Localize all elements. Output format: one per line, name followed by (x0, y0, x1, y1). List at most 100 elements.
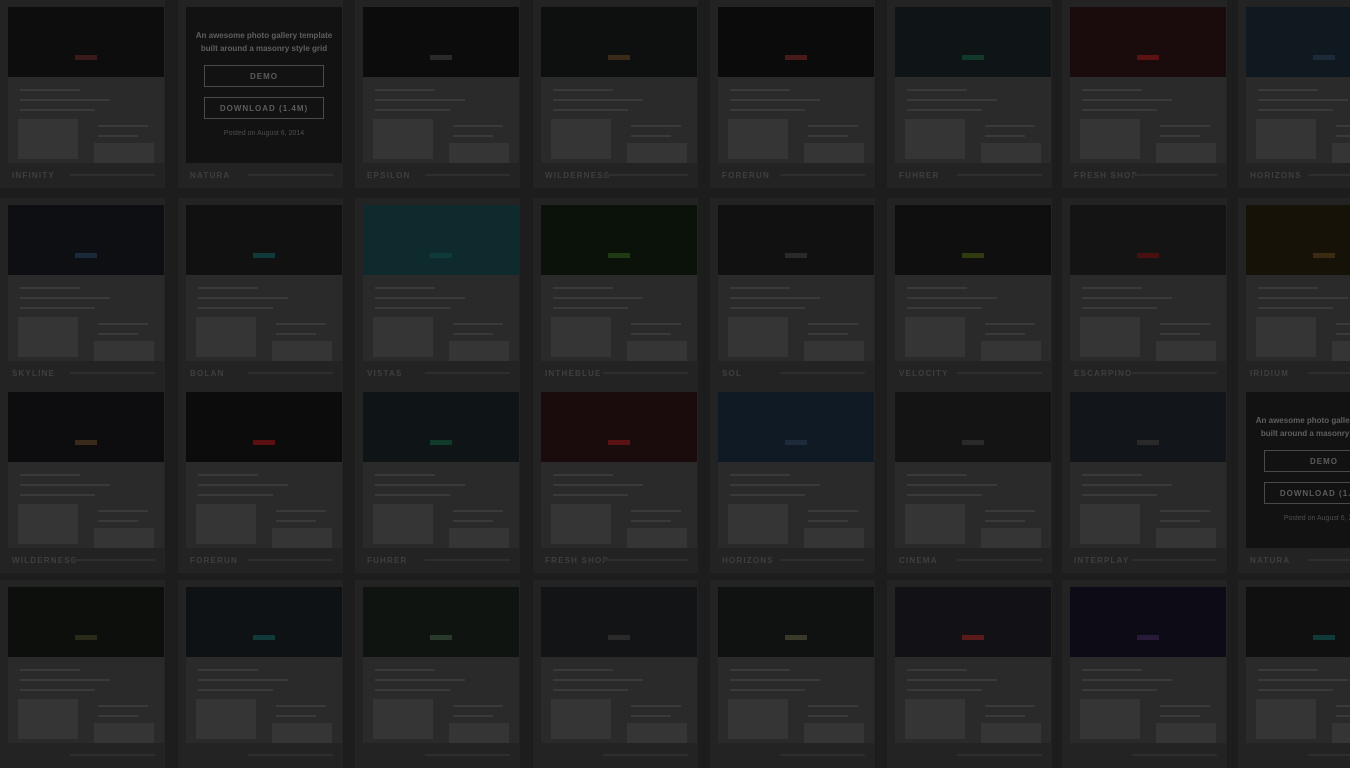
template-name[interactable]: Escarpino (1074, 369, 1132, 378)
template-thumbnail[interactable] (186, 205, 342, 361)
template-card[interactable] (178, 580, 343, 768)
template-card[interactable] (1238, 580, 1350, 768)
template-card[interactable]: Fuhrer (887, 0, 1052, 188)
template-card[interactable] (710, 580, 875, 768)
demo-button[interactable]: DEMO (1264, 450, 1350, 472)
template-thumbnail[interactable] (895, 392, 1051, 548)
template-card[interactable]: Vistas (355, 198, 520, 386)
template-thumbnail[interactable]: An awesome photo gallery template built … (186, 7, 342, 163)
template-thumbnail[interactable] (1246, 7, 1350, 163)
template-name[interactable]: Fuhrer (899, 171, 940, 180)
template-card[interactable]: Sol (710, 198, 875, 386)
download-button[interactable]: DOWNLOAD (1.4M) (204, 97, 324, 119)
template-meta-line (780, 174, 865, 176)
template-thumbnail[interactable] (1070, 205, 1226, 361)
template-name[interactable]: Horizons (1250, 171, 1302, 180)
template-thumbnail[interactable]: An awesome photo gallery template built … (1246, 392, 1350, 548)
template-name[interactable]: Wilderness (545, 171, 610, 180)
template-name[interactable]: Bolan (190, 369, 224, 378)
template-name[interactable]: Interplay (1074, 556, 1129, 565)
template-thumbnail[interactable] (363, 587, 519, 743)
template-card[interactable]: Cinema (887, 385, 1052, 573)
template-card[interactable]: Fresh Shop (533, 385, 698, 573)
template-thumbnail[interactable] (1070, 587, 1226, 743)
template-thumbnail[interactable] (718, 392, 874, 548)
template-thumbnail[interactable] (1246, 587, 1350, 743)
template-name[interactable]: Intheblue (545, 369, 602, 378)
template-thumbnail[interactable] (718, 587, 874, 743)
template-card[interactable]: Intheblue (533, 198, 698, 386)
template-thumbnail[interactable] (541, 205, 697, 361)
template-card[interactable]: Horizons (1238, 0, 1350, 188)
template-name[interactable]: Fuhrer (367, 556, 408, 565)
template-thumbnail[interactable] (1246, 205, 1350, 361)
template-meta-line (1132, 559, 1217, 561)
template-thumbnail[interactable] (363, 7, 519, 163)
template-name[interactable]: Natura (1250, 556, 1290, 565)
template-thumbnail[interactable] (8, 205, 164, 361)
template-card[interactable]: Velocity (887, 198, 1052, 386)
template-name[interactable]: Horizons (722, 556, 774, 565)
template-thumbnail[interactable] (718, 205, 874, 361)
template-card[interactable]: Horizons (710, 385, 875, 573)
text-line (1336, 323, 1350, 325)
template-name[interactable]: Fresh Shop (1074, 171, 1138, 180)
template-card[interactable] (887, 580, 1052, 768)
demo-button[interactable]: DEMO (204, 65, 324, 87)
template-thumbnail[interactable] (363, 392, 519, 548)
template-card[interactable]: Fresh Shop (1062, 0, 1227, 188)
template-card[interactable]: Escarpino (1062, 198, 1227, 386)
template-name[interactable]: Natura (190, 171, 230, 180)
template-card[interactable]: Bolan (178, 198, 343, 386)
download-button[interactable]: DOWNLOAD (1.4M) (1264, 482, 1350, 504)
template-card[interactable]: Fuhrer (355, 385, 520, 573)
template-card[interactable]: Forerun (710, 0, 875, 188)
template-thumbnail[interactable] (186, 392, 342, 548)
template-thumbnail[interactable] (718, 7, 874, 163)
template-card[interactable] (1062, 580, 1227, 768)
text-line (808, 715, 848, 717)
template-thumbnail[interactable] (8, 392, 164, 548)
template-card[interactable]: Epsilon (355, 0, 520, 188)
template-card[interactable]: Iridium (1238, 198, 1350, 386)
template-thumbnail[interactable] (1070, 392, 1226, 548)
template-card[interactable]: An awesome photo gallery template built … (178, 0, 343, 188)
template-card[interactable]: Skyline (0, 198, 165, 386)
template-thumbnail[interactable] (541, 392, 697, 548)
template-name[interactable]: Infinity (12, 171, 55, 180)
template-card[interactable]: Wilderness (533, 0, 698, 188)
template-thumbnail[interactable] (1070, 7, 1226, 163)
template-name[interactable]: Forerun (722, 171, 770, 180)
template-thumbnail[interactable] (895, 205, 1051, 361)
template-name[interactable]: Forerun (190, 556, 238, 565)
template-thumbnail[interactable] (363, 205, 519, 361)
template-card[interactable]: Wilderness (0, 385, 165, 573)
template-thumbnail[interactable] (541, 587, 697, 743)
template-thumbnail[interactable] (8, 7, 164, 163)
template-name[interactable]: Wilderness (12, 556, 77, 565)
template-card[interactable] (0, 580, 165, 768)
template-thumbnail[interactable] (541, 7, 697, 163)
text-line (907, 669, 967, 671)
text-line (730, 89, 790, 91)
template-card[interactable] (355, 580, 520, 768)
template-thumbnail[interactable] (8, 587, 164, 743)
template-card[interactable]: An awesome photo gallery template built … (1238, 385, 1350, 573)
template-card[interactable] (533, 580, 698, 768)
template-name[interactable]: Fresh Shop (545, 556, 609, 565)
template-name[interactable]: Cinema (899, 556, 938, 565)
template-name[interactable]: Velocity (899, 369, 949, 378)
template-name[interactable]: Epsilon (367, 171, 411, 180)
text-line (276, 323, 326, 325)
template-name[interactable]: Skyline (12, 369, 55, 378)
template-name[interactable]: Iridium (1250, 369, 1289, 378)
template-card[interactable]: Interplay (1062, 385, 1227, 573)
image-block (196, 317, 256, 357)
template-name[interactable]: Sol (722, 369, 742, 378)
template-thumbnail[interactable] (895, 587, 1051, 743)
template-card[interactable]: Infinity (0, 0, 165, 188)
template-thumbnail[interactable] (895, 7, 1051, 163)
template-thumbnail[interactable] (186, 587, 342, 743)
template-card[interactable]: Forerun (178, 385, 343, 573)
template-name[interactable]: Vistas (367, 369, 403, 378)
